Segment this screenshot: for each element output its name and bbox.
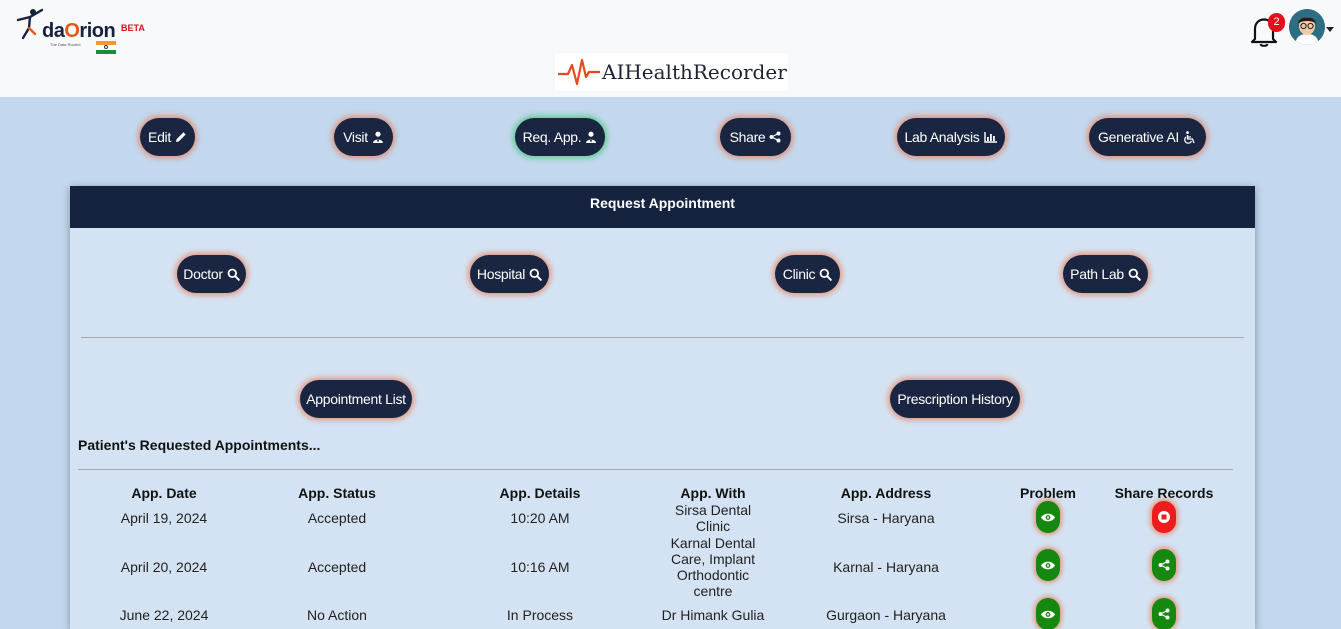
logo-tagline: The Data Rooted xyxy=(50,42,81,47)
india-flag-icon xyxy=(96,41,116,54)
nav-lab-analysis-button[interactable]: Lab Analysis xyxy=(897,118,1005,156)
section-divider xyxy=(81,337,1244,338)
eye-icon xyxy=(1041,561,1055,569)
cell-address: Sirsa - Haryana xyxy=(837,510,935,526)
search-icon xyxy=(227,268,240,281)
prescription-history-button[interactable]: Prescription History xyxy=(890,380,1020,418)
col-header-share-records: Share Records xyxy=(1114,485,1214,501)
nav-edit-button[interactable]: Edit xyxy=(140,118,195,156)
bar-chart-icon xyxy=(983,132,997,143)
share-records-button[interactable] xyxy=(1152,598,1176,629)
cell-status: No Action xyxy=(307,607,367,623)
search-clinic-label: Clinic xyxy=(782,266,816,282)
share-records-button[interactable] xyxy=(1152,549,1176,581)
cell-address: Karnal - Haryana xyxy=(833,559,939,575)
col-header-address: App. Address xyxy=(840,485,932,501)
cell-date: April 19, 2024 xyxy=(120,510,208,526)
avatar-face-icon xyxy=(1289,9,1325,45)
share-icon xyxy=(769,131,781,143)
cell-status: Accepted xyxy=(307,510,367,526)
search-icon xyxy=(819,268,833,281)
view-problem-button[interactable] xyxy=(1036,598,1060,629)
search-path-lab-label: Path Lab xyxy=(1070,266,1124,282)
view-problem-button[interactable] xyxy=(1036,549,1060,581)
beta-badge: BETA xyxy=(121,23,145,33)
cell-with: Dr Himank Gulia xyxy=(661,607,765,623)
nav-generative-ai-label: Generative AI xyxy=(1098,129,1179,145)
view-problem-button[interactable] xyxy=(1036,501,1060,533)
table-divider xyxy=(78,469,1233,470)
section-title: Patient's Requested Appointments... xyxy=(78,437,321,453)
col-header-problem: Problem xyxy=(1019,485,1076,501)
request-appointment-panel: Request Appointment Doctor Hospital Clin… xyxy=(70,186,1255,629)
cell-with: Sirsa Dental Clinic xyxy=(674,502,752,534)
brand-banner: AIHealthRecorder xyxy=(555,53,788,91)
heartbeat-icon xyxy=(558,58,600,86)
chevron-down-icon[interactable] xyxy=(1326,27,1334,32)
cell-date: June 22, 2024 xyxy=(119,607,209,623)
search-hospital-button[interactable]: Hospital xyxy=(470,255,549,293)
share-icon xyxy=(1158,608,1170,620)
pencil-icon xyxy=(175,132,186,142)
nav-req-app-label: Req. App. xyxy=(522,129,582,145)
nav-visit-label: Visit xyxy=(343,129,368,145)
panel-title: Request Appointment xyxy=(70,186,1255,228)
appointment-list-label: Appointment List xyxy=(306,391,406,407)
wheelchair-icon xyxy=(1184,130,1195,144)
col-header-details: App. Details xyxy=(499,485,581,501)
nav-share-label: Share xyxy=(729,129,766,145)
brand-title: AIHealthRecorder xyxy=(602,60,787,84)
cell-with: Karnal Dental Care, Implant Orthodontic … xyxy=(670,535,756,599)
nav-generative-ai-button[interactable]: Generative AI xyxy=(1089,118,1206,156)
appointment-list-button[interactable]: Appointment List xyxy=(300,380,412,418)
cell-details: 10:16 AM xyxy=(510,559,570,575)
user-avatar[interactable] xyxy=(1289,9,1325,45)
user-doctor-icon xyxy=(372,131,383,143)
nav-lab-analysis-label: Lab Analysis xyxy=(904,129,980,145)
cell-address: Gurgaon - Haryana xyxy=(826,607,946,623)
notification-count-badge: 2 xyxy=(1268,13,1285,32)
search-hospital-label: Hospital xyxy=(476,266,526,282)
prescription-history-label: Prescription History xyxy=(897,391,1013,407)
eye-icon xyxy=(1041,513,1055,521)
stop-sharing-button[interactable] xyxy=(1152,501,1176,533)
col-header-with: App. With xyxy=(680,485,746,501)
share-icon xyxy=(1158,559,1170,571)
user-doctor-icon xyxy=(586,131,597,143)
search-path-lab-button[interactable]: Path Lab xyxy=(1063,255,1148,293)
search-clinic-button[interactable]: Clinic xyxy=(775,255,840,293)
logo-text: daOrion xyxy=(42,20,116,42)
nav-visit-button[interactable]: Visit xyxy=(334,118,393,156)
stop-circle-icon xyxy=(1158,511,1170,523)
nav-req-app-button[interactable]: Req. App. xyxy=(515,118,605,156)
search-icon xyxy=(529,268,542,281)
col-header-status: App. Status xyxy=(298,485,376,501)
nav-edit-label: Edit xyxy=(148,129,171,145)
cell-status: Accepted xyxy=(307,559,367,575)
search-doctor-button[interactable]: Doctor xyxy=(177,255,246,293)
cell-details: 10:20 AM xyxy=(510,510,570,526)
cell-details: In Process xyxy=(506,607,574,623)
search-doctor-label: Doctor xyxy=(183,266,223,282)
search-icon xyxy=(1128,268,1141,281)
eye-icon xyxy=(1041,610,1055,618)
top-header: daOrion The Data Rooted BETA AIHealthRec… xyxy=(0,0,1341,97)
cell-date: April 20, 2024 xyxy=(120,559,208,575)
col-header-date: App. Date xyxy=(131,485,197,501)
nav-share-button[interactable]: Share xyxy=(720,118,791,156)
